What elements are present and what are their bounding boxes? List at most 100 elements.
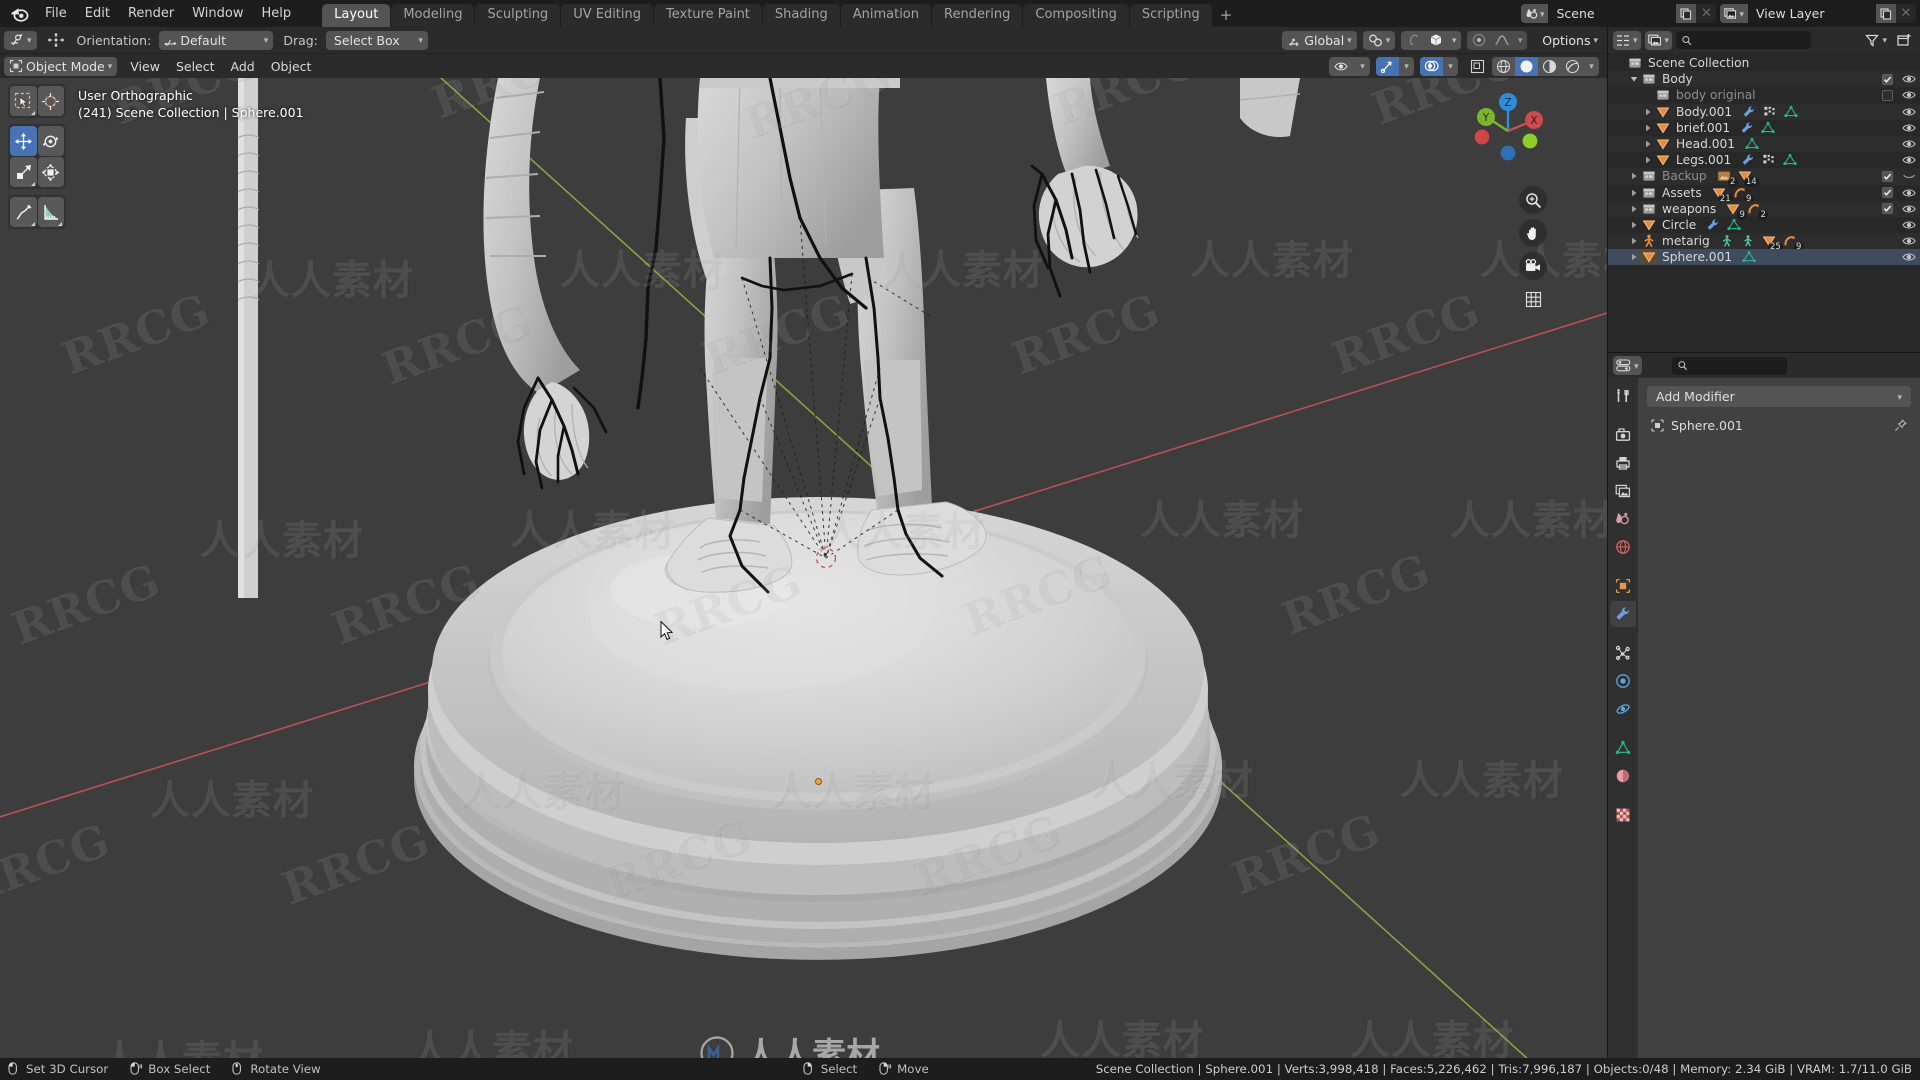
outliner-row[interactable]: Body: [1608, 71, 1920, 88]
row-badge[interactable]: [1763, 105, 1777, 119]
material-tab[interactable]: [1610, 763, 1636, 789]
outliner-row[interactable]: brief.001: [1608, 120, 1920, 136]
row-badge[interactable]: [1784, 105, 1798, 119]
workspace-tab-scripting[interactable]: Scripting: [1129, 4, 1212, 27]
cursor-tool[interactable]: [37, 86, 64, 116]
outliner-row[interactable]: Body.001: [1608, 103, 1920, 120]
row-badge[interactable]: [1741, 153, 1755, 167]
constraints-tab[interactable]: [1610, 696, 1636, 722]
data-tab[interactable]: [1610, 735, 1636, 761]
render-tab[interactable]: [1610, 422, 1636, 448]
outliner-row[interactable]: weapons 9 2: [1608, 200, 1920, 220]
row-badge[interactable]: [1742, 250, 1756, 264]
transform-tool[interactable]: [37, 157, 64, 187]
menu-edit[interactable]: Edit: [76, 3, 119, 25]
outliner-row[interactable]: metarig 25 9: [1608, 233, 1920, 253]
xray-toggle-icon[interactable]: [1466, 57, 1488, 76]
outliner-row[interactable]: Head.001: [1608, 135, 1920, 153]
remove-scene-button[interactable]: ✕: [1696, 4, 1716, 23]
exclude-checkbox[interactable]: [1882, 187, 1893, 199]
row-badge[interactable]: [1783, 153, 1797, 167]
modifier-tab[interactable]: [1610, 601, 1636, 627]
row-badge[interactable]: [1706, 218, 1720, 232]
output-tab[interactable]: [1610, 450, 1636, 476]
measure-ruler-icon[interactable]: [37, 197, 64, 227]
physics-tab[interactable]: [1610, 668, 1636, 694]
row-badge[interactable]: [1742, 105, 1756, 119]
zoom-icon[interactable]: [1519, 186, 1547, 214]
outliner-search-input[interactable]: [1696, 33, 1806, 47]
viewport-menu-view[interactable]: View: [122, 57, 168, 76]
3d-viewport[interactable]: RRCGRRCGRRCGRRCGRRCG人人素材人人素材人人素材人人素材人人素材…: [0, 78, 1607, 1058]
workspace-tab-uv-editing[interactable]: UV Editing: [561, 4, 654, 27]
workspace-tab-shading[interactable]: Shading: [762, 4, 840, 27]
add-workspace-button[interactable]: +: [1213, 4, 1240, 27]
disclosure-triangle[interactable]: [1642, 124, 1654, 132]
rotate-tool[interactable]: [37, 126, 64, 156]
scene-selector[interactable]: ▾ Scene ✕: [1520, 4, 1717, 23]
workspace-tab-rendering[interactable]: Rendering: [932, 4, 1023, 27]
remove-view-layer-button[interactable]: ✕: [1896, 4, 1916, 23]
row-badge[interactable]: 9: [1733, 186, 1754, 204]
options-dropdown[interactable]: Options ▾: [1537, 31, 1603, 50]
properties-editor-icon[interactable]: ▾: [1613, 356, 1642, 375]
outliner-row[interactable]: Backup 2 14: [1608, 168, 1920, 188]
gizmo-icon[interactable]: [1376, 56, 1399, 76]
visibility-eye-icon[interactable]: [1902, 187, 1916, 199]
proportional-edit-icon[interactable]: [1401, 31, 1424, 50]
blender-logo-icon[interactable]: [6, 3, 32, 25]
exclude-checkbox[interactable]: [1882, 89, 1893, 101]
menu-render[interactable]: Render: [119, 3, 183, 25]
visibility-eye-icon[interactable]: [1902, 219, 1916, 231]
row-badge[interactable]: [1741, 234, 1755, 248]
properties-search-input[interactable]: [1691, 358, 1781, 373]
properties-tab-strip[interactable]: [1608, 378, 1638, 1058]
particles-tab[interactable]: [1610, 640, 1636, 666]
row-badge[interactable]: 2: [1717, 169, 1738, 188]
falloff-group[interactable]: ▾: [1467, 30, 1528, 50]
row-badge[interactable]: [1761, 121, 1775, 135]
view-layer-tab[interactable]: [1610, 478, 1636, 504]
row-badge[interactable]: 9: [1726, 202, 1748, 220]
outliner-row[interactable]: Circle: [1608, 217, 1920, 233]
proportional-falloff-icon[interactable]: [1467, 31, 1490, 50]
exclude-checkbox[interactable]: [1882, 203, 1893, 215]
workspace-tab-texture-paint[interactable]: Texture Paint: [654, 4, 762, 27]
view-layer-name-field[interactable]: View Layer: [1748, 4, 1876, 23]
pan-hand-icon[interactable]: [1519, 219, 1547, 247]
disclosure-triangle[interactable]: [1642, 140, 1654, 148]
row-badge[interactable]: 14: [1738, 169, 1759, 188]
shading-modes-group[interactable]: ▾: [1492, 56, 1599, 76]
drag-dropdown[interactable]: Select Box ▾: [325, 30, 428, 50]
snap-target-icon[interactable]: [1424, 30, 1448, 50]
outliner-row[interactable]: Legs.001: [1608, 152, 1920, 168]
row-badge[interactable]: 9: [1783, 234, 1804, 253]
filter-funnel-icon[interactable]: ▾: [1863, 31, 1889, 50]
workspace-tab-compositing[interactable]: Compositing: [1023, 4, 1129, 27]
visibility-chevron[interactable]: ▾: [1355, 57, 1370, 76]
orientation-dropdown[interactable]: Default ▾: [159, 30, 274, 50]
new-view-layer-button[interactable]: [1876, 4, 1896, 23]
transform-orientation-dropdown[interactable]: Global ▾: [1282, 30, 1357, 50]
visibility-eye-icon[interactable]: [1902, 122, 1916, 134]
outliner-search-box[interactable]: [1676, 31, 1812, 49]
row-badge[interactable]: [1727, 218, 1741, 232]
scene-name-field[interactable]: Scene: [1548, 4, 1677, 23]
exclude-checkbox[interactable]: [1882, 73, 1893, 85]
toggle-ortho-grid-icon[interactable]: [1519, 285, 1547, 313]
texture-tab[interactable]: [1610, 802, 1636, 828]
material-shading-icon[interactable]: [1538, 57, 1561, 76]
pin-icon[interactable]: [1894, 419, 1907, 432]
outliner-filter-type-icon[interactable]: ▾: [1644, 30, 1673, 50]
camera-view-icon[interactable]: [1519, 252, 1547, 280]
navigation-gizmo[interactable]: Z X Y: [1467, 90, 1549, 172]
disclosure-triangle[interactable]: [1642, 108, 1654, 116]
add-modifier-button[interactable]: Add Modifier ▾: [1647, 386, 1911, 407]
outliner-row[interactable]: body original: [1608, 87, 1920, 103]
menu-file[interactable]: File: [36, 3, 76, 25]
disclosure-triangle[interactable]: [1628, 205, 1640, 213]
outliner-row[interactable]: Assets 21 9: [1608, 185, 1920, 204]
visibility-eye-icon[interactable]: [1902, 251, 1916, 263]
modifier-object-row[interactable]: Sphere.001: [1647, 418, 1911, 433]
gizmo-group[interactable]: ▾: [1376, 56, 1414, 76]
